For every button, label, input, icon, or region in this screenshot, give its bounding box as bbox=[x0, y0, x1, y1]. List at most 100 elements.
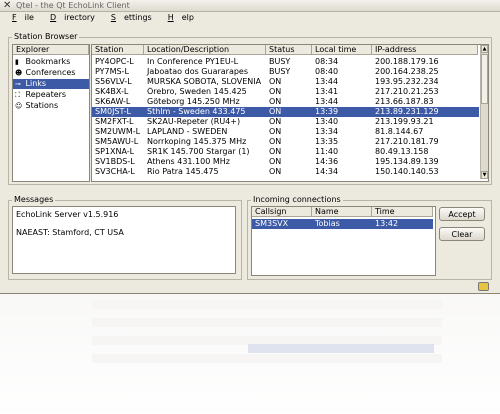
tree-item-conferences[interactable]: ☻ Conferences bbox=[15, 68, 75, 78]
message-line: NAEAST: Stamford, CT USA bbox=[16, 228, 124, 237]
station-callsign: SV3CHA-L bbox=[95, 167, 135, 176]
col-name[interactable]: Name bbox=[312, 207, 372, 217]
station-status: ON bbox=[269, 127, 282, 136]
station-local-time: 08:40 bbox=[315, 67, 339, 76]
menu-file[interactable]: File bbox=[0, 12, 38, 24]
station-callsign: SM0JST-L bbox=[95, 107, 132, 116]
app-x-icon: ✕ bbox=[3, 0, 12, 11]
station-ip: 200.188.179.16 bbox=[375, 57, 439, 66]
station-status: ON bbox=[269, 147, 282, 156]
messages-title: Messages bbox=[12, 195, 56, 204]
station-ip: 213.66.187.83 bbox=[375, 97, 434, 106]
scroll-down-button[interactable]: ▼ bbox=[481, 171, 488, 179]
station-location: SR1K 145.700 Stargar (1) bbox=[147, 147, 250, 156]
station-browser-title: Station Browser bbox=[12, 32, 80, 41]
station-local-time: 13:35 bbox=[315, 137, 339, 146]
station-local-time: 11:40 bbox=[315, 147, 339, 156]
col-location[interactable]: Location/Description bbox=[144, 45, 266, 55]
station-location: Örebro, Sweden 145.425 bbox=[147, 87, 247, 96]
station-row[interactable]: SP1XNA-L SR1K 145.700 Stargar (1) ON 11:40 8… bbox=[92, 147, 479, 157]
menu-directory[interactable]: Directory bbox=[38, 12, 99, 24]
col-status[interactable]: Status bbox=[266, 45, 312, 55]
station-row[interactable]: SM2UWM-L LAPLAND - SWEDEN ON 13:34 81.8.144.… bbox=[92, 127, 479, 137]
station-callsign: SM2UWM-L bbox=[95, 127, 141, 136]
menu-help[interactable]: Help bbox=[156, 12, 198, 24]
scroll-up-button[interactable]: ▲ bbox=[481, 45, 488, 53]
station-status: ON bbox=[269, 87, 282, 96]
station-location: Athens 431.100 MHz bbox=[147, 157, 230, 166]
station-list-scrollbar[interactable]: ▲ ▼ bbox=[480, 45, 488, 179]
clear-button[interactable]: Clear bbox=[439, 227, 485, 241]
station-status: ON bbox=[269, 77, 282, 86]
col-callsign[interactable]: Callsign bbox=[252, 207, 312, 217]
tree-item-stations[interactable]: ☺ Stations bbox=[15, 101, 58, 111]
station-callsign: SK6AW-L bbox=[95, 97, 131, 106]
station-location: LAPLAND - SWEDEN bbox=[147, 127, 228, 136]
incoming-row[interactable]: SM3SVX Tobias 13:42 bbox=[252, 219, 433, 229]
station-row[interactable]: SV3CHA-L Rio Patra 145.475 ON 14:34 150.140.… bbox=[92, 167, 479, 177]
title-bar[interactable]: ✕ Qtel - the Qt EchoLink Client bbox=[0, 0, 500, 12]
station-row[interactable]: SM0JST-L Sthlm - Sweden 433.475 ON 13:39 213… bbox=[92, 107, 479, 117]
tree-item-bookmarks[interactable]: ▮ Bookmarks bbox=[15, 57, 70, 67]
station-row[interactable]: SM5AWU-L Norrkoping 145.375 MHz ON 13:35 217… bbox=[92, 137, 479, 147]
incoming-name: Tobias bbox=[315, 219, 340, 228]
station-status: ON bbox=[269, 97, 282, 106]
station-local-time: 14:34 bbox=[315, 167, 339, 176]
station-row[interactable]: SV1BDS-L Athens 431.100 MHz ON 14:36 195.134… bbox=[92, 157, 479, 167]
station-ip: 150.140.140.53 bbox=[375, 167, 439, 176]
station-ip: 195.134.89.139 bbox=[375, 157, 439, 166]
col-local-time[interactable]: Local time bbox=[312, 45, 372, 55]
station-callsign: PY4OPC-L bbox=[95, 57, 134, 66]
tree-item-repeaters[interactable]: ⛶ Repeaters bbox=[15, 90, 66, 100]
station-callsign: SM5AWU-L bbox=[95, 137, 139, 146]
station-row[interactable]: SK6AW-L Göteborg 145.250 MHz ON 13:44 213.66… bbox=[92, 97, 479, 107]
station-row[interactable]: S56VLV-L MURSKA SOBOTA, SLOVENIA ON 13:44 19… bbox=[92, 77, 479, 87]
main-window: ✕ Qtel - the Qt EchoLink Client File Dir… bbox=[0, 0, 500, 294]
menu-settings[interactable]: Settings bbox=[99, 12, 156, 24]
station-list[interactable]: Station Location/Description Status Loca… bbox=[91, 44, 489, 182]
col-station[interactable]: Station bbox=[92, 45, 144, 55]
explorer-tree[interactable]: Explorer ▮ Bookmarks ☻ Conferences ⊸ Lin… bbox=[12, 44, 90, 182]
window-reflection bbox=[0, 294, 500, 414]
station-location: SK2AU-Repeter (RU4+) bbox=[147, 117, 241, 126]
station-local-time: 08:34 bbox=[315, 57, 339, 66]
col-ip-address[interactable]: IP-address bbox=[372, 45, 478, 55]
station-icon: ☺ bbox=[15, 102, 23, 110]
message-line bbox=[16, 219, 232, 228]
station-ip: 200.164.238.25 bbox=[375, 67, 439, 76]
station-ip: 80.49.13.158 bbox=[375, 147, 429, 156]
conference-icon: ☻ bbox=[15, 69, 23, 77]
col-time[interactable]: Time bbox=[372, 207, 433, 217]
station-row[interactable]: SM2FXT-L SK2AU-Repeter (RU4+) ON 13:40 213.1… bbox=[92, 117, 479, 127]
station-ip: 81.8.144.67 bbox=[375, 127, 424, 136]
incoming-title: Incoming connections bbox=[251, 195, 343, 204]
station-callsign: PY7MS-L bbox=[95, 67, 129, 76]
accept-button[interactable]: Accept bbox=[439, 207, 485, 221]
station-ip: 213.199.93.21 bbox=[375, 117, 434, 126]
scroll-thumb[interactable] bbox=[481, 54, 488, 104]
incoming-list[interactable]: Callsign Name Time SM3SVX Tobias 13:42 bbox=[251, 206, 436, 276]
bookmark-icon: ▮ bbox=[15, 58, 19, 66]
station-status: ON bbox=[269, 157, 282, 166]
station-local-time: 13:40 bbox=[315, 117, 339, 126]
station-callsign: SM2FXT-L bbox=[95, 117, 134, 126]
messages-text[interactable]: EchoLink Server v1.5.916 NAEAST: Stamfor… bbox=[12, 206, 236, 274]
repeater-icon: ⛶ bbox=[15, 91, 20, 99]
tree-item-links[interactable]: ⊸ Links bbox=[13, 79, 89, 89]
station-ip: 217.210.181.79 bbox=[375, 137, 439, 146]
explorer-header[interactable]: Explorer bbox=[13, 45, 89, 55]
station-ip: 217.210.21.253 bbox=[375, 87, 439, 96]
station-row[interactable]: PY7MS-L Jaboatao dos Guararapes BUSY 08:40 2… bbox=[92, 67, 479, 77]
station-local-time: 13:44 bbox=[315, 77, 339, 86]
station-row[interactable]: PY4OPC-L In Conference PY1EU-L BUSY 08:34 20… bbox=[92, 57, 479, 67]
station-local-time: 13:44 bbox=[315, 97, 339, 106]
station-row[interactable]: SK4BX-L Örebro, Sweden 145.425 ON 13:41 217.… bbox=[92, 87, 479, 97]
station-status: ON bbox=[269, 137, 282, 146]
station-ip: 213.89.231.129 bbox=[375, 107, 439, 116]
station-status: BUSY bbox=[269, 57, 291, 66]
station-ip: 193.95.232.234 bbox=[375, 77, 439, 86]
window-title: Qtel - the Qt EchoLink Client bbox=[16, 1, 130, 10]
menu-bar: File Directory Settings Help bbox=[0, 12, 500, 24]
station-callsign: SK4BX-L bbox=[95, 87, 129, 96]
station-status: ON bbox=[269, 107, 282, 116]
